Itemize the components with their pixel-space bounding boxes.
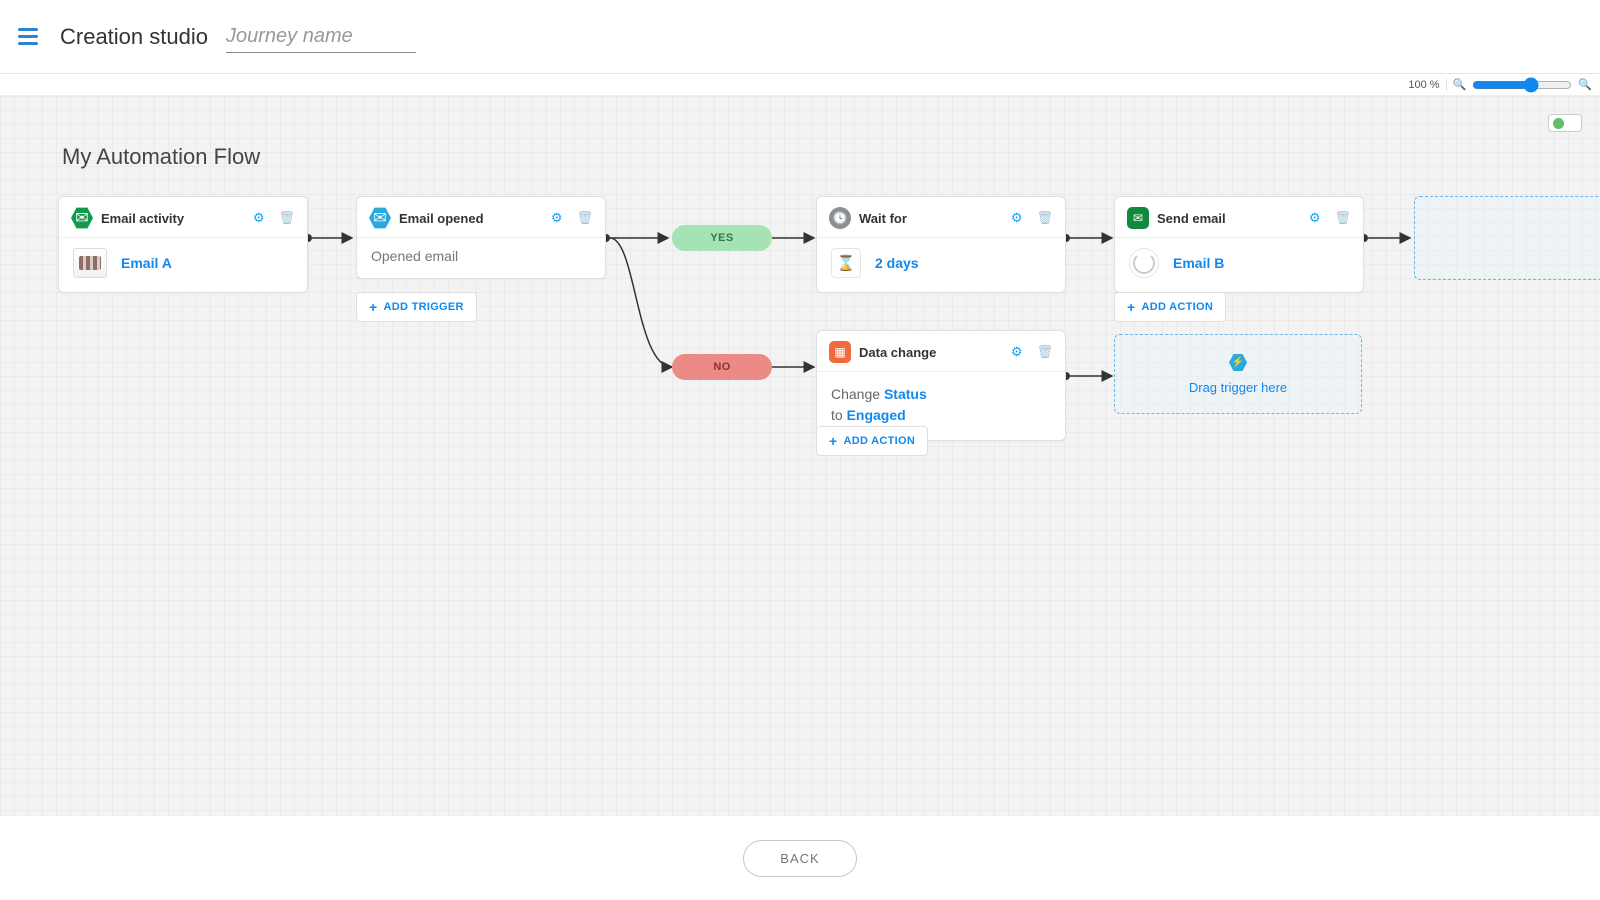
plus-icon: +	[369, 299, 377, 315]
add-action-label: ADD ACTION	[843, 435, 915, 447]
mail-icon: ✉	[71, 207, 93, 229]
footer: BACK	[0, 816, 1600, 900]
node-data-change[interactable]: ▦ Data change ⚙ 🗑 Change Status to Engag…	[816, 330, 1066, 441]
zoom-percent: 100 %	[1402, 79, 1446, 91]
node-email-opened[interactable]: ✉ Email opened ⚙ 🗑 Opened email	[356, 196, 606, 279]
node-value: Opened email	[371, 248, 458, 264]
value-engaged[interactable]: Engaged	[847, 407, 906, 423]
clock-icon: 🕓	[829, 207, 851, 229]
menu-icon[interactable]	[18, 28, 38, 45]
yes-label: YES	[710, 232, 733, 244]
add-action-button-bottom[interactable]: + ADD ACTION	[816, 426, 928, 456]
add-action-button-top[interactable]: + ADD ACTION	[1114, 292, 1226, 322]
node-value[interactable]: Email A	[121, 255, 172, 271]
grid-icon: ▦	[829, 341, 851, 363]
add-trigger-button[interactable]: + ADD TRIGGER	[356, 292, 477, 322]
drop-label: Drag trigger here	[1189, 380, 1287, 395]
node-value[interactable]: 2 days	[875, 255, 919, 271]
gear-icon[interactable]: ⚙	[551, 210, 563, 226]
node-title: Email opened	[399, 211, 543, 226]
gear-icon[interactable]: ⚙	[1011, 344, 1023, 360]
send-mail-icon: ✉	[1127, 207, 1149, 229]
bolt-icon: ⚡	[1229, 354, 1247, 372]
drop-zone-top[interactable]	[1414, 196, 1600, 280]
trash-icon[interactable]: 🗑	[1334, 210, 1351, 226]
zoom-controls: 100 % 🔍 🔍	[0, 74, 1600, 96]
decision-yes[interactable]: YES	[672, 225, 772, 251]
swirl-icon	[1129, 248, 1159, 278]
zoom-out-icon[interactable]: 🔍	[1453, 78, 1467, 91]
grid-toggle[interactable]	[1548, 114, 1582, 132]
node-title: Send email	[1157, 211, 1301, 226]
trash-icon[interactable]: 🗑	[576, 210, 593, 226]
trash-icon[interactable]: 🗑	[1036, 344, 1053, 360]
decision-no[interactable]: NO	[672, 354, 772, 380]
mail-open-icon: ✉	[369, 207, 391, 229]
top-bar: Creation studio	[0, 0, 1600, 74]
drop-zone-trigger[interactable]: ⚡ Drag trigger here	[1114, 334, 1362, 414]
studio-title: Creation studio	[60, 24, 208, 50]
flow-title: My Automation Flow	[62, 144, 260, 170]
node-send-email[interactable]: ✉ Send email ⚙ 🗑 Email B	[1114, 196, 1364, 293]
trash-icon[interactable]: 🗑	[278, 210, 295, 226]
email-thumbnail-icon	[73, 248, 107, 278]
node-wait-for[interactable]: 🕓 Wait for ⚙ 🗑 ⌛ 2 days	[816, 196, 1066, 293]
gear-icon[interactable]: ⚙	[1309, 210, 1321, 226]
back-button[interactable]: BACK	[743, 840, 856, 877]
hourglass-icon: ⌛	[831, 248, 861, 278]
zoom-slider[interactable]	[1472, 77, 1572, 93]
trash-icon[interactable]: 🗑	[1036, 210, 1053, 226]
gear-icon[interactable]: ⚙	[1011, 210, 1023, 226]
gear-icon[interactable]: ⚙	[253, 210, 265, 226]
flow-canvas[interactable]: My Automation Flow ✉	[0, 96, 1600, 816]
no-label: NO	[713, 361, 730, 373]
field-status[interactable]: Status	[884, 386, 927, 402]
add-trigger-label: ADD TRIGGER	[383, 301, 463, 313]
plus-icon: +	[1127, 299, 1135, 315]
node-email-activity[interactable]: ✉ Email activity ⚙ 🗑 Email A	[58, 196, 308, 293]
node-title: Email activity	[101, 211, 245, 226]
plus-icon: +	[829, 433, 837, 449]
node-title: Wait for	[859, 211, 1003, 226]
zoom-in-icon[interactable]: 🔍	[1578, 78, 1592, 91]
node-value[interactable]: Email B	[1173, 255, 1224, 271]
journey-name-input[interactable]	[226, 21, 416, 53]
node-title: Data change	[859, 345, 1003, 360]
add-action-label: ADD ACTION	[1141, 301, 1213, 313]
